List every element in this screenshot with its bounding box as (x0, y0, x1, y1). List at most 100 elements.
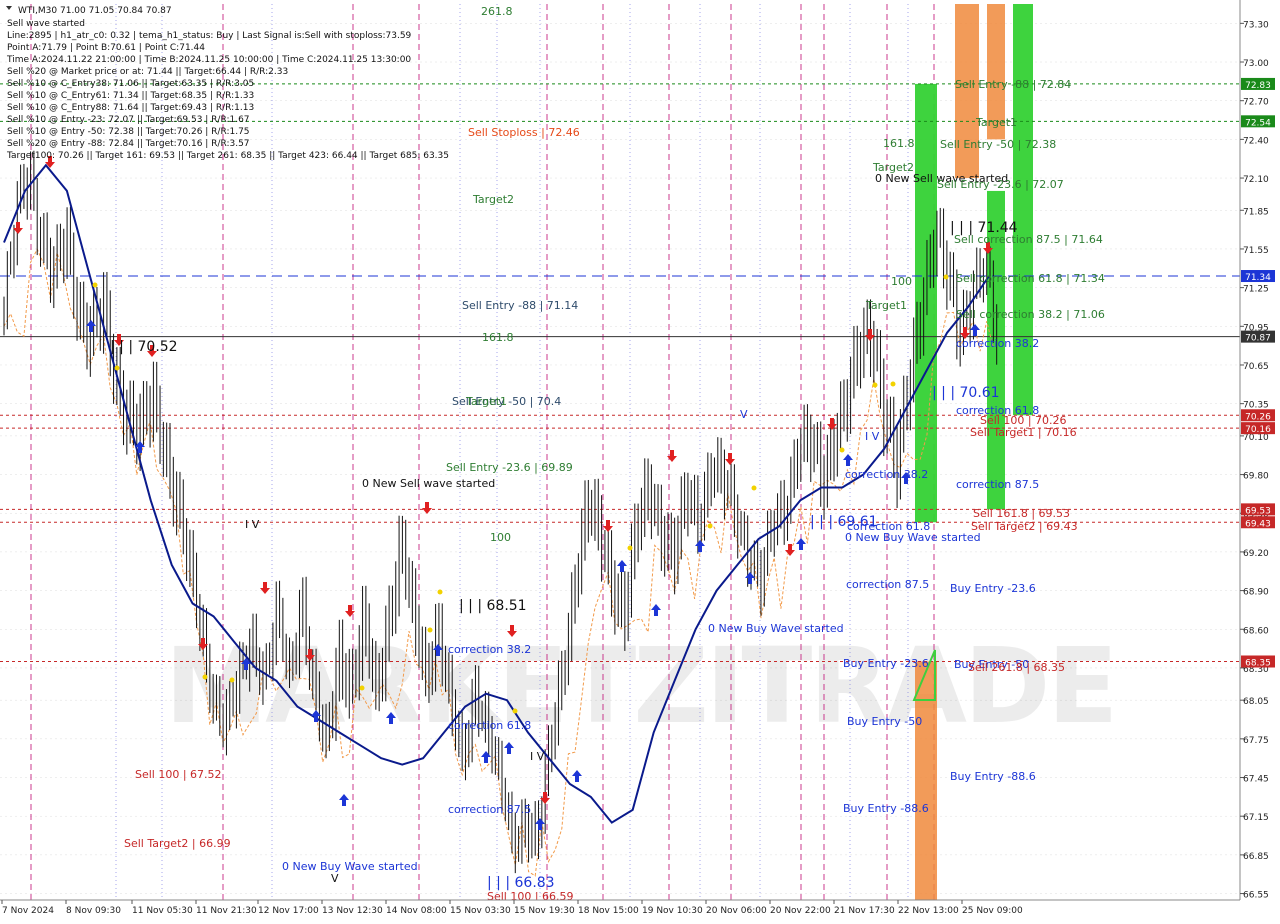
chart-annotation: correction 38.2 (448, 643, 531, 656)
time-tick-label: 22 Nov 13:00 (898, 906, 959, 916)
info-line: Sell %10 @ Entry -50: 72.38 || Target:70… (7, 127, 250, 137)
price-tick-label: 67.15 (1243, 813, 1269, 823)
info-line: Sell %10 @ C_Entry88: 71.64 || Target:69… (7, 103, 254, 113)
chart-annotation: Sell Target2 | 66.99 (124, 837, 231, 850)
time-tick-label: 15 Nov 03:30 (450, 906, 511, 916)
chart-annotation: Sell Entry -88 | 72.84 (955, 78, 1071, 91)
chart-annotation: Sell Target1 | 70.16 (970, 426, 1077, 439)
chart-annotation: Sell Entry -23.6 | 69.89 (446, 461, 573, 474)
signal-dot (707, 523, 713, 529)
chart-annotation: I V (530, 750, 545, 763)
chart-annotation: Buy Entry -50 (847, 715, 922, 728)
price-tick-label: 68.05 (1243, 697, 1269, 707)
time-tick-label: 13 Nov 12:30 (322, 906, 383, 916)
info-line: Sell %10 @ C_Entry38: 71.06 || Target:63… (7, 79, 254, 89)
time-axis: 7 Nov 2024 8 Nov 09:30 11 Nov 05:30 11 Nov … (0, 899, 1280, 920)
chart-annotation: correction 61.8 (847, 520, 930, 533)
chart-annotation: Target1 (865, 299, 907, 312)
signal-dot (751, 485, 757, 491)
chart-annotation: 100 (490, 531, 511, 544)
time-tick-label: 21 Nov 17:30 (834, 906, 895, 916)
price-tick-label: 67.75 (1243, 736, 1269, 746)
time-tick-label: 25 Nov 09:00 (962, 906, 1023, 916)
chart-annotation: Target1 (975, 116, 1017, 129)
chart-annotation: Sell Stoploss | 72.46 (468, 126, 580, 139)
price-axis: 73.30 73.00 72.70 72.40 72.10 71.85 71.55 71.25… (1239, 0, 1280, 920)
chart-annotation: 261.8 (481, 5, 513, 18)
chart-annotation: V (740, 408, 748, 421)
chart-annotation: Sell correction 61.8 | 71.34 (956, 272, 1105, 285)
price-tick-label: 72.40 (1243, 136, 1269, 146)
info-line: Sell wave started (7, 19, 85, 29)
time-tick-label: 18 Nov 15:00 (578, 906, 639, 916)
chart-annotation: Sell 261.8 | 68.35 (968, 661, 1065, 674)
chart-annotation: 0 New Buy Wave started (282, 860, 418, 873)
chart-annotation: correction 38.2 (956, 337, 1039, 350)
signal-dot (114, 365, 120, 371)
signal-zone-green (915, 83, 937, 523)
chart-annotation: Buy Entry -23.6 (843, 657, 929, 670)
chart-annotation: V (331, 872, 339, 885)
chart-annotation: Sell correction 87.5 | 71.64 (954, 233, 1103, 246)
info-line: Time A:2024.11.22 21:00:00 | Time B:2024… (6, 55, 411, 65)
signal-dot (943, 274, 949, 280)
chart-annotation: correction 87.5 (448, 803, 531, 816)
price-tick-label: 68.90 (1243, 588, 1269, 598)
price-level-label: 71.34 (1245, 273, 1271, 283)
chart-annotation: Sell Entry -23.6 | 72.07 (937, 178, 1064, 191)
price-tick-label: 73.00 (1243, 59, 1269, 69)
price-level-label: 68.35 (1245, 658, 1271, 668)
chart-annotation: Buy Entry -88.6 (950, 770, 1036, 783)
chart-annotation: Sell Target2 | 69.43 (971, 520, 1078, 533)
signal-dot (92, 282, 98, 288)
price-tick-label: 73.30 (1243, 20, 1269, 30)
price-tick-label: 69.20 (1243, 549, 1269, 559)
chart-annotation: Target2 (472, 193, 514, 206)
chart-annotation: 161.8 (482, 331, 514, 344)
chart-annotation: 0 New Buy Wave started (708, 622, 844, 635)
chart-annotation: I V (245, 518, 260, 531)
chart-annotation: correction 87.5 (956, 478, 1039, 491)
price-level-label: 69.53 (1245, 506, 1271, 516)
time-tick-label: 7 Nov 2024 (2, 906, 54, 916)
signal-dot (229, 677, 235, 683)
signal-dot (872, 382, 878, 388)
time-tick-label: 8 Nov 09:30 (66, 906, 121, 916)
info-line: Sell %20 @ Entry -88: 72.84 || Target:70… (7, 139, 250, 149)
chart-canvas[interactable]: MARKETZITRADE 261.8 Sell Stoploss | 72.46… (0, 0, 1280, 920)
signal-dot (627, 545, 633, 551)
chart-annotation: | | | 70.52 (110, 339, 178, 355)
price-tick-label: 71.55 (1243, 246, 1269, 256)
price-tick-label: 69.80 (1243, 472, 1269, 482)
chart-annotation: Sell 100 | 67.52 (135, 768, 222, 781)
info-line: Target100: 70.26 || Target 161: 69.53 ||… (6, 151, 449, 161)
info-line: Point A:71.79 | Point B:70.61 | Point C:… (7, 43, 205, 53)
price-tick-label: 72.10 (1243, 175, 1269, 185)
price-tick-label: 68.60 (1243, 626, 1269, 636)
symbol-line: WTI,M30 71.00 71.05 70.84 70.87 (18, 6, 172, 16)
time-tick-label: 11 Nov 21:30 (196, 906, 257, 916)
signal-zone-orange (915, 661, 937, 900)
chart-annotation: Sell Entry -88 | 71.14 (462, 299, 578, 312)
trading-chart[interactable]: MARKETZITRADE 261.8 Sell Stoploss | 72.46… (0, 0, 1280, 920)
price-tick-label: 71.25 (1243, 285, 1269, 295)
price-level-label: 69.43 (1245, 519, 1271, 529)
chart-annotation: 161.8 (883, 137, 915, 150)
chart-annotation: Sell 161.8 | 69.53 (973, 507, 1070, 520)
chart-annotation: correction 38.2 (845, 468, 928, 481)
price-tick-label: 67.45 (1243, 775, 1269, 785)
info-line: Sell %10 @ Entry -23: 72.07 || Target:69… (7, 115, 250, 125)
time-tick-label: 14 Nov 08:00 (386, 906, 447, 916)
price-tick-label: 72.70 (1243, 98, 1269, 108)
chart-annotation: | | | 68.51 (459, 598, 527, 614)
chart-annotation: | | | 70.61 (932, 385, 1000, 401)
chart-annotation: Target1 (465, 395, 507, 408)
price-tick-label: 70.65 (1243, 362, 1269, 372)
watermark-layer: MARKETZITRADE (165, 625, 1119, 747)
chart-annotation: Buy Entry -88.6 (843, 802, 929, 815)
signal-dot (427, 627, 433, 633)
price-level-label: 72.83 (1245, 81, 1271, 91)
chart-annotation: | | | 66.83 (487, 875, 555, 891)
price-tick-label: 71.85 (1243, 207, 1269, 217)
info-line: Sell %10 @ C_Entry61: 71.34 || Target:68… (7, 91, 254, 101)
